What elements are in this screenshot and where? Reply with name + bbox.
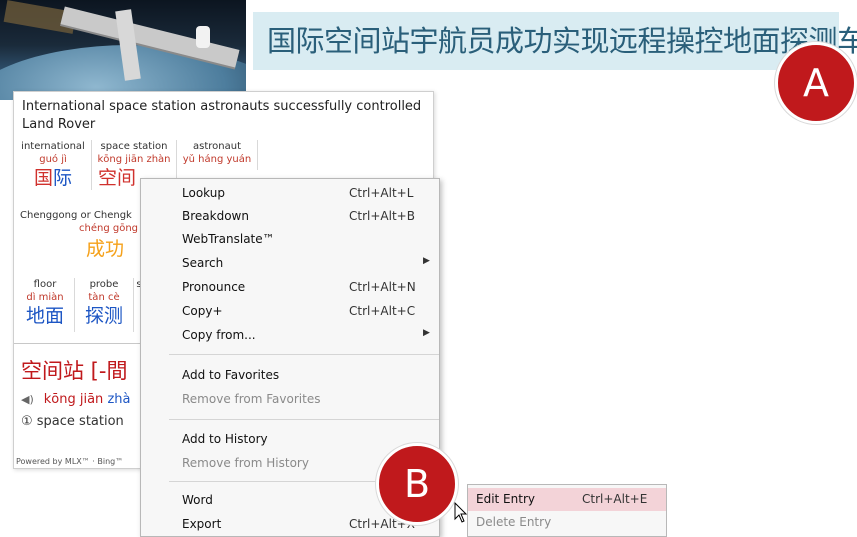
menu-item-remove-favorites[interactable]: Remove from Favorites	[141, 388, 439, 411]
menu-item-search[interactable]: Search ▶	[141, 252, 439, 275]
word-submenu: Edit Entry Ctrl+Alt+E Delete Entry	[467, 484, 667, 537]
word-cell-astronaut[interactable]: astronaut yǔ háng yuán	[179, 140, 255, 166]
word-cell-probe[interactable]: probe tàn cè 探测	[77, 278, 131, 328]
title-banner: 国际空间站宇航员成功实现远程操控地面探测车	[253, 12, 857, 70]
word-cell-international[interactable]: international guó jì 国际	[18, 140, 88, 190]
translated-sentence: International space station astronauts s…	[22, 99, 422, 132]
word-english: space station	[100, 141, 168, 152]
powered-by-label: Powered by MLX™ · Bing™	[16, 457, 124, 466]
dictionary-definition: ① space station	[21, 414, 124, 429]
dictionary-headword: 空间站 [-間	[21, 359, 128, 383]
word-pinyin: guó jì	[39, 154, 67, 165]
word-hanzi: 地面	[25, 305, 64, 327]
menu-item-webtranslate[interactable]: WebTranslate™	[141, 228, 439, 251]
word-pinyin-success: chéng gōng	[79, 223, 139, 234]
word-pinyin: kōng jiān zhàn	[97, 154, 171, 165]
word-english: international	[21, 141, 85, 152]
word-english: floor	[33, 279, 57, 290]
word-pinyin: tàn cè	[88, 292, 120, 303]
mouse-cursor-icon	[454, 502, 468, 523]
pinyin-part-1: kōng jiān	[43, 392, 104, 407]
word-cell-floor[interactable]: floor dì miàn 地面	[18, 278, 72, 328]
banner-title[interactable]: 国际空间站宇航员成功实现远程操控地面探测车	[267, 18, 857, 60]
menu-item-breakdown[interactable]: Breakdown Ctrl+Alt+B	[141, 205, 439, 228]
word-english: probe	[89, 279, 119, 290]
menu-separator	[169, 419, 439, 420]
space-station-photo	[0, 0, 246, 100]
dictionary-pinyin: ◀) kōng jiān zhà	[21, 392, 130, 407]
menu-item-add-favorites[interactable]: Add to Favorites	[141, 364, 439, 387]
speaker-icon[interactable]: ◀)	[21, 393, 34, 406]
submenu-arrow-icon: ▶	[423, 256, 430, 266]
callout-marker-a: A	[775, 42, 857, 124]
word-english: astronaut	[193, 141, 241, 152]
menu-item-lookup[interactable]: Lookup Ctrl+Alt+L	[141, 182, 439, 205]
menu-separator	[169, 354, 439, 355]
word-pinyin: yǔ háng yuán	[182, 154, 252, 165]
word-hanzi-success[interactable]: 成功	[86, 237, 124, 261]
submenu-arrow-icon: ▶	[423, 328, 430, 338]
menu-item-copy-plus[interactable]: Copy+ Ctrl+Alt+C	[141, 300, 439, 323]
word-hanzi-2: 际	[53, 167, 73, 189]
callout-marker-b: B	[376, 443, 458, 525]
menu-item-pronounce[interactable]: Pronounce Ctrl+Alt+N	[141, 276, 439, 299]
word-english-success: Chenggong or Chengk	[20, 210, 132, 221]
submenu-item-edit-entry[interactable]: Edit Entry Ctrl+Alt+E	[468, 488, 666, 511]
word-hanzi-1: 国	[33, 167, 53, 189]
menu-item-add-history[interactable]: Add to History	[141, 428, 439, 451]
word-hanzi: 空间	[98, 167, 137, 189]
menu-item-copy-from[interactable]: Copy from... ▶	[141, 324, 439, 347]
submenu-item-delete-entry[interactable]: Delete Entry	[468, 511, 666, 534]
word-pinyin: dì miàn	[26, 292, 64, 303]
word-hanzi: 探测	[84, 305, 123, 327]
pinyin-part-2: zhà	[107, 392, 131, 407]
